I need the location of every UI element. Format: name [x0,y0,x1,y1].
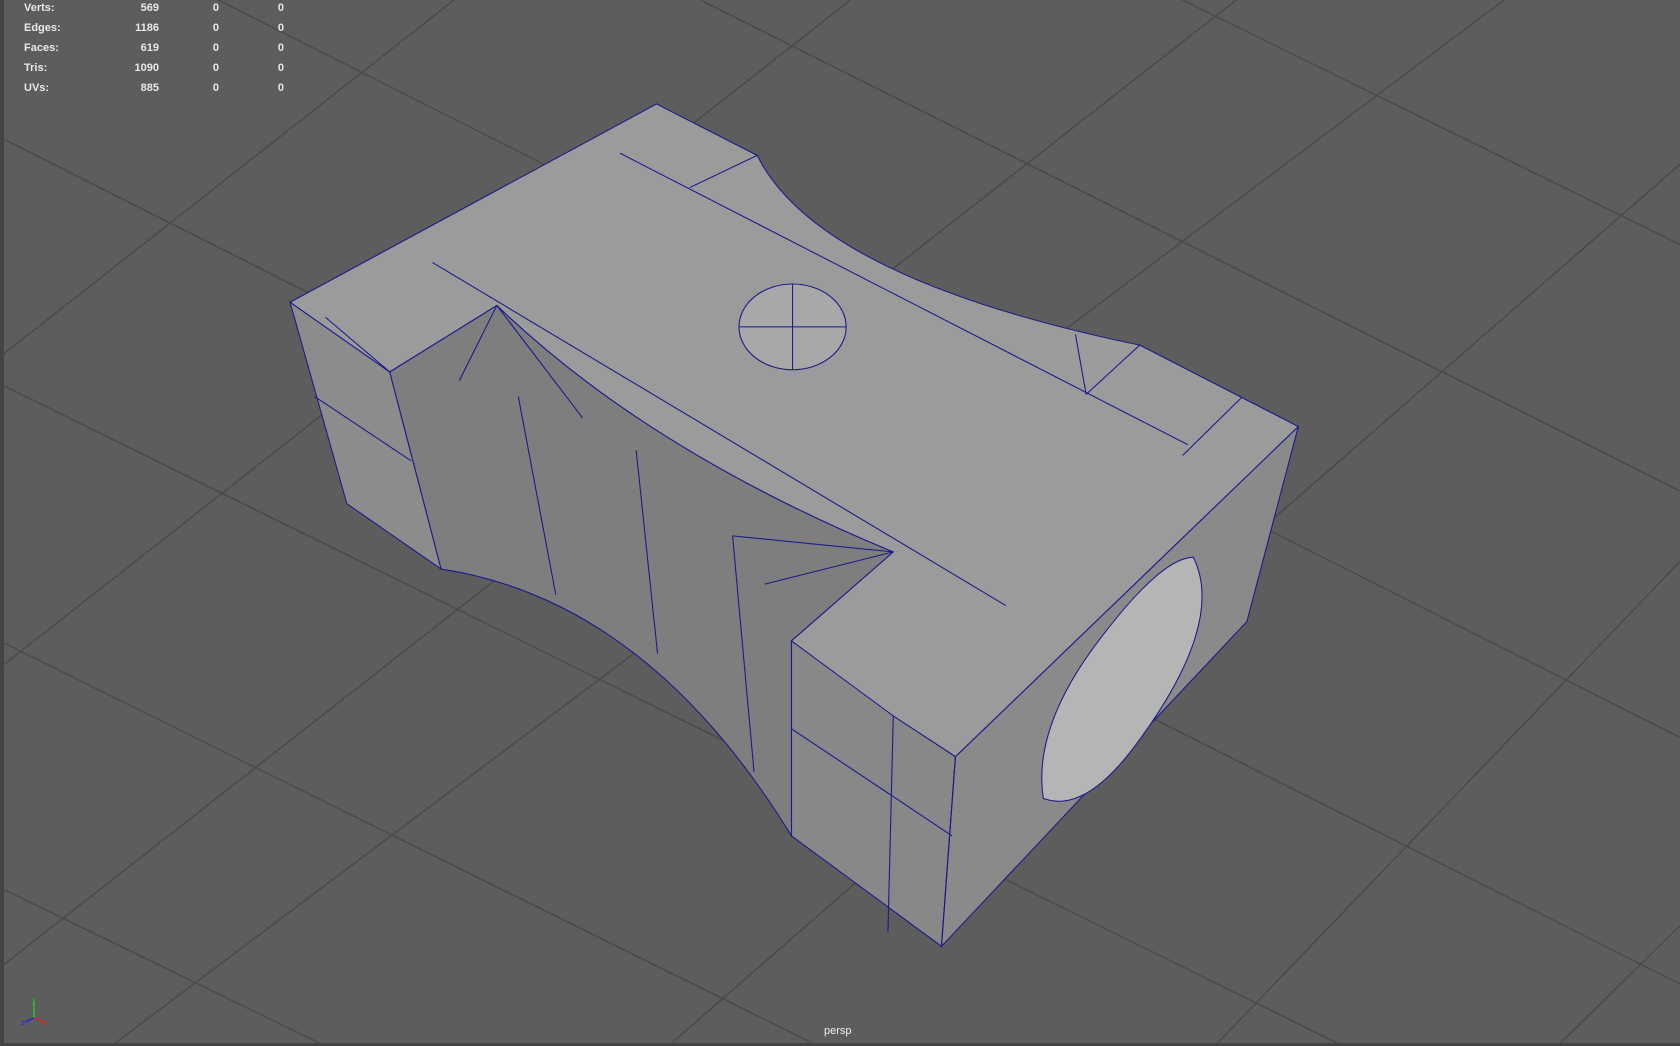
axis-x-label: x [44,1020,48,1026]
stat-value: 0 [277,62,284,74]
scene-3d[interactable] [4,0,1680,1046]
axis-y-label: y [32,997,36,1004]
stat-value: 0 [212,2,219,14]
stat-value: 885 [140,82,159,94]
hud-row-verts: Verts: 569 0 0 [24,0,284,20]
stat-label: UVs: [24,82,50,94]
hud-row-tris: Tris: 1090 0 0 [24,60,284,80]
stat-value: 0 [212,62,219,74]
axis-z-label: z [21,1020,25,1026]
stat-value: 619 [140,42,159,54]
viewport-persp[interactable]: Verts: 569 0 0 Edges: 1186 0 0 Faces: 619 0 0 Tri… [0,0,1680,1046]
stat-label: Edges: [24,22,61,34]
stat-value: 1090 [134,62,159,74]
stat-value: 0 [212,82,219,94]
stat-value: 0 [277,42,284,54]
stat-value: 0 [277,82,284,94]
hud-row-faces: Faces: 619 0 0 [24,40,284,60]
axis-gizmo-icon: y x z [21,997,48,1026]
sharpener-model[interactable] [289,103,1300,948]
poly-count-hud: Verts: 569 0 0 Edges: 1186 0 0 Faces: 619 0 0 Tri… [24,0,284,100]
stat-label: Faces: [24,42,59,54]
camera-name-label: persp [824,1025,852,1037]
stat-label: Verts: [24,2,55,14]
hud-row-edges: Edges: 1186 0 0 [24,20,284,40]
hud-row-uvs: UVs: 885 0 0 [24,80,284,100]
stat-label: Tris: [24,62,48,74]
stat-value: 569 [140,2,159,14]
stat-value: 0 [277,2,284,14]
stat-value: 1186 [135,22,159,34]
stat-value: 0 [212,22,219,34]
stat-value: 0 [212,42,219,54]
stat-value: 0 [277,22,284,34]
